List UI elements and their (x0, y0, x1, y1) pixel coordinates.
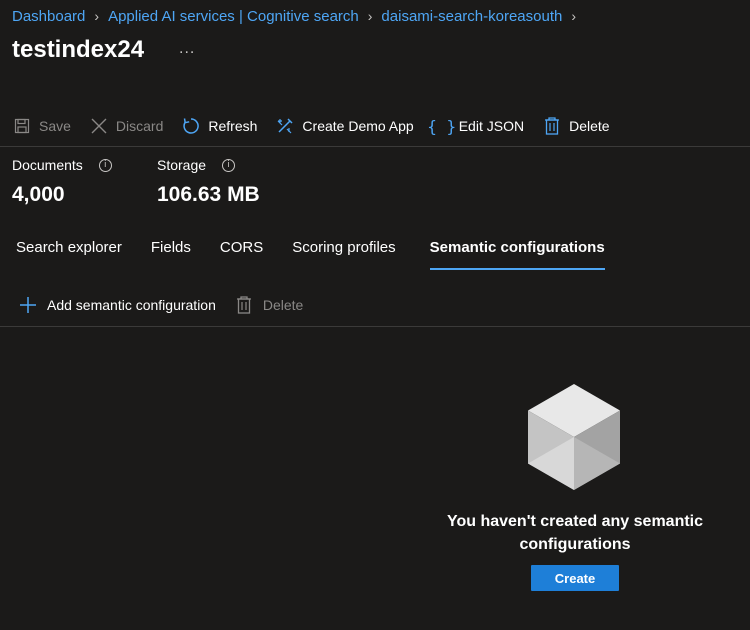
discard-label: Discard (115, 118, 164, 134)
breadcrumb: Dashboard › Applied AI services | Cognit… (12, 6, 585, 26)
edit-json-button[interactable]: { } Edit JSON (427, 116, 525, 136)
edit-json-icon: { } (427, 116, 457, 136)
empty-state-message: You haven't created any semantic configu… (430, 510, 720, 556)
tab-fields[interactable]: Fields (151, 236, 191, 266)
subtoolbar-divider (0, 326, 750, 327)
delete-icon (542, 116, 562, 136)
add-semantic-configuration-label: Add semantic configuration (47, 297, 216, 313)
more-options-button[interactable]: ... (179, 40, 195, 58)
create-demo-app-button[interactable]: Create Demo App (275, 116, 414, 136)
storage-stat: Storage i 106.63 MB (157, 157, 260, 207)
refresh-label: Refresh (208, 118, 258, 134)
page-title: testindex24 (12, 36, 145, 63)
breadcrumb-cognitive-search[interactable]: Applied AI services | Cognitive search (108, 8, 359, 25)
info-icon[interactable]: i (98, 158, 112, 172)
discard-icon (89, 116, 109, 136)
breadcrumb-search-service[interactable]: daisami-search-koreasouth (381, 8, 562, 25)
delete-semantic-configuration-button[interactable]: Delete (234, 295, 303, 315)
delete-semantic-configuration-label: Delete (262, 297, 304, 313)
delete-button[interactable]: Delete (542, 116, 610, 136)
tab-cors[interactable]: CORS (220, 236, 263, 266)
create-demo-app-icon (275, 116, 295, 136)
chevron-right-icon: › (367, 8, 373, 24)
chevron-right-icon: › (571, 8, 577, 24)
info-icon[interactable]: i (222, 158, 236, 172)
breadcrumb-dashboard[interactable]: Dashboard (12, 8, 85, 25)
storage-value: 106.63 MB (157, 183, 260, 206)
tab-search-explorer[interactable]: Search explorer (16, 236, 122, 266)
create-button[interactable]: Create (531, 565, 619, 591)
cube-icon (528, 384, 620, 495)
delete-icon (234, 295, 254, 315)
discard-button[interactable]: Discard (89, 116, 163, 136)
chevron-right-icon: › (94, 8, 100, 24)
save-label: Save (39, 118, 71, 134)
toolbar-divider (0, 146, 750, 147)
documents-value: 4,000 (12, 183, 65, 206)
tab-bar: Search explorer Fields CORS Scoring prof… (16, 236, 634, 270)
tab-semantic-configurations[interactable]: Semantic configurations (429, 236, 605, 270)
empty-state-line-2: configurations (519, 536, 631, 553)
semantic-command-bar: Add semantic configuration Delete (18, 292, 321, 318)
command-bar: Save Discard Refresh Create Demo App { }… (12, 112, 628, 140)
save-button[interactable]: Save (12, 116, 71, 136)
refresh-icon (181, 116, 201, 136)
add-semantic-configuration-button[interactable]: Add semantic configuration (18, 295, 216, 315)
documents-label: Documents i (12, 157, 112, 173)
edit-json-label: Edit JSON (458, 118, 525, 134)
tab-scoring-profiles[interactable]: Scoring profiles (292, 236, 395, 266)
refresh-button[interactable]: Refresh (181, 116, 257, 136)
add-icon (18, 295, 38, 315)
delete-label: Delete (569, 118, 610, 134)
empty-state-line-1: You haven't created any semantic (446, 513, 704, 530)
create-demo-app-label: Create Demo App (302, 118, 414, 134)
save-icon (12, 116, 32, 136)
storage-label: Storage i (157, 157, 260, 173)
documents-stat: Documents i 4,000 (12, 157, 112, 207)
